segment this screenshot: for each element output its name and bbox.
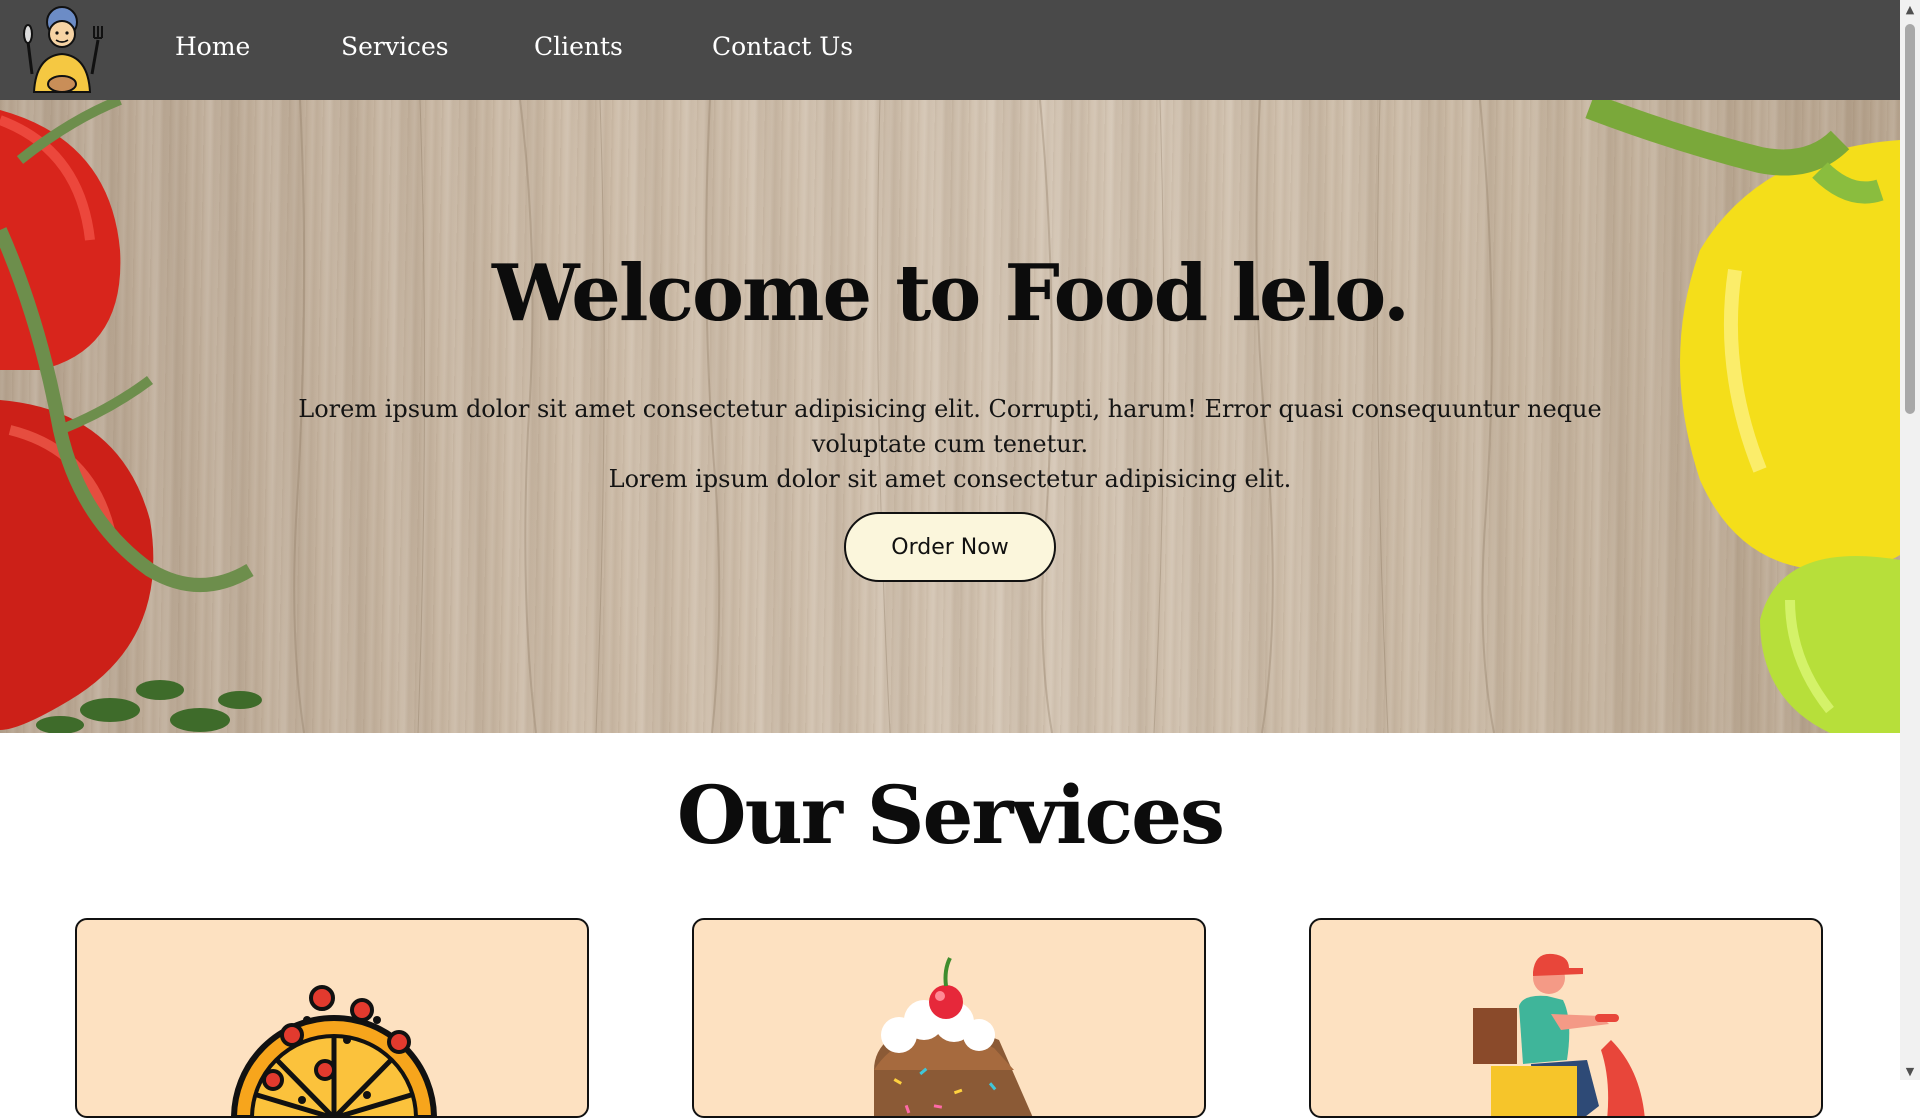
cake-slice-icon xyxy=(874,957,1033,1116)
scroll-down-arrow-icon[interactable]: ▼ xyxy=(1900,1062,1920,1080)
delivery-scooter-icon xyxy=(1473,953,1645,1116)
navbar: Home Services Clients Contact Us xyxy=(0,0,1900,100)
nav-link-clients[interactable]: Clients xyxy=(534,32,623,61)
hero-paragraph: Lorem ipsum dolor sit amet consectetur a… xyxy=(260,392,1640,497)
hero-section: Welcome to Food lelo. Lorem ipsum dolor … xyxy=(0,100,1900,733)
hero-paragraph-line-2: Lorem ipsum dolor sit amet consectetur a… xyxy=(608,465,1292,493)
service-card-dessert[interactable] xyxy=(692,918,1206,1118)
hero-paragraph-line-1: Lorem ipsum dolor sit amet consectetur a… xyxy=(298,395,1602,458)
scroll-up-arrow-icon[interactable]: ▲ xyxy=(1900,0,1920,18)
nav-links: Home Services Clients Contact Us xyxy=(0,0,1000,100)
pizza-icon xyxy=(231,985,437,1116)
vertical-scrollbar[interactable]: ▲ ▼ xyxy=(1900,0,1920,1080)
hero-title: Welcome to Food lelo. xyxy=(491,248,1410,339)
service-card-delivery[interactable] xyxy=(1309,918,1823,1118)
service-card-pizza[interactable] xyxy=(75,918,589,1118)
order-now-button[interactable]: Order Now xyxy=(844,512,1056,582)
nav-link-services[interactable]: Services xyxy=(341,32,449,61)
nav-link-contact-us[interactable]: Contact Us xyxy=(712,32,853,61)
nav-link-home[interactable]: Home xyxy=(175,32,250,61)
services-title: Our Services xyxy=(676,768,1225,862)
scrollbar-thumb[interactable] xyxy=(1905,24,1915,414)
